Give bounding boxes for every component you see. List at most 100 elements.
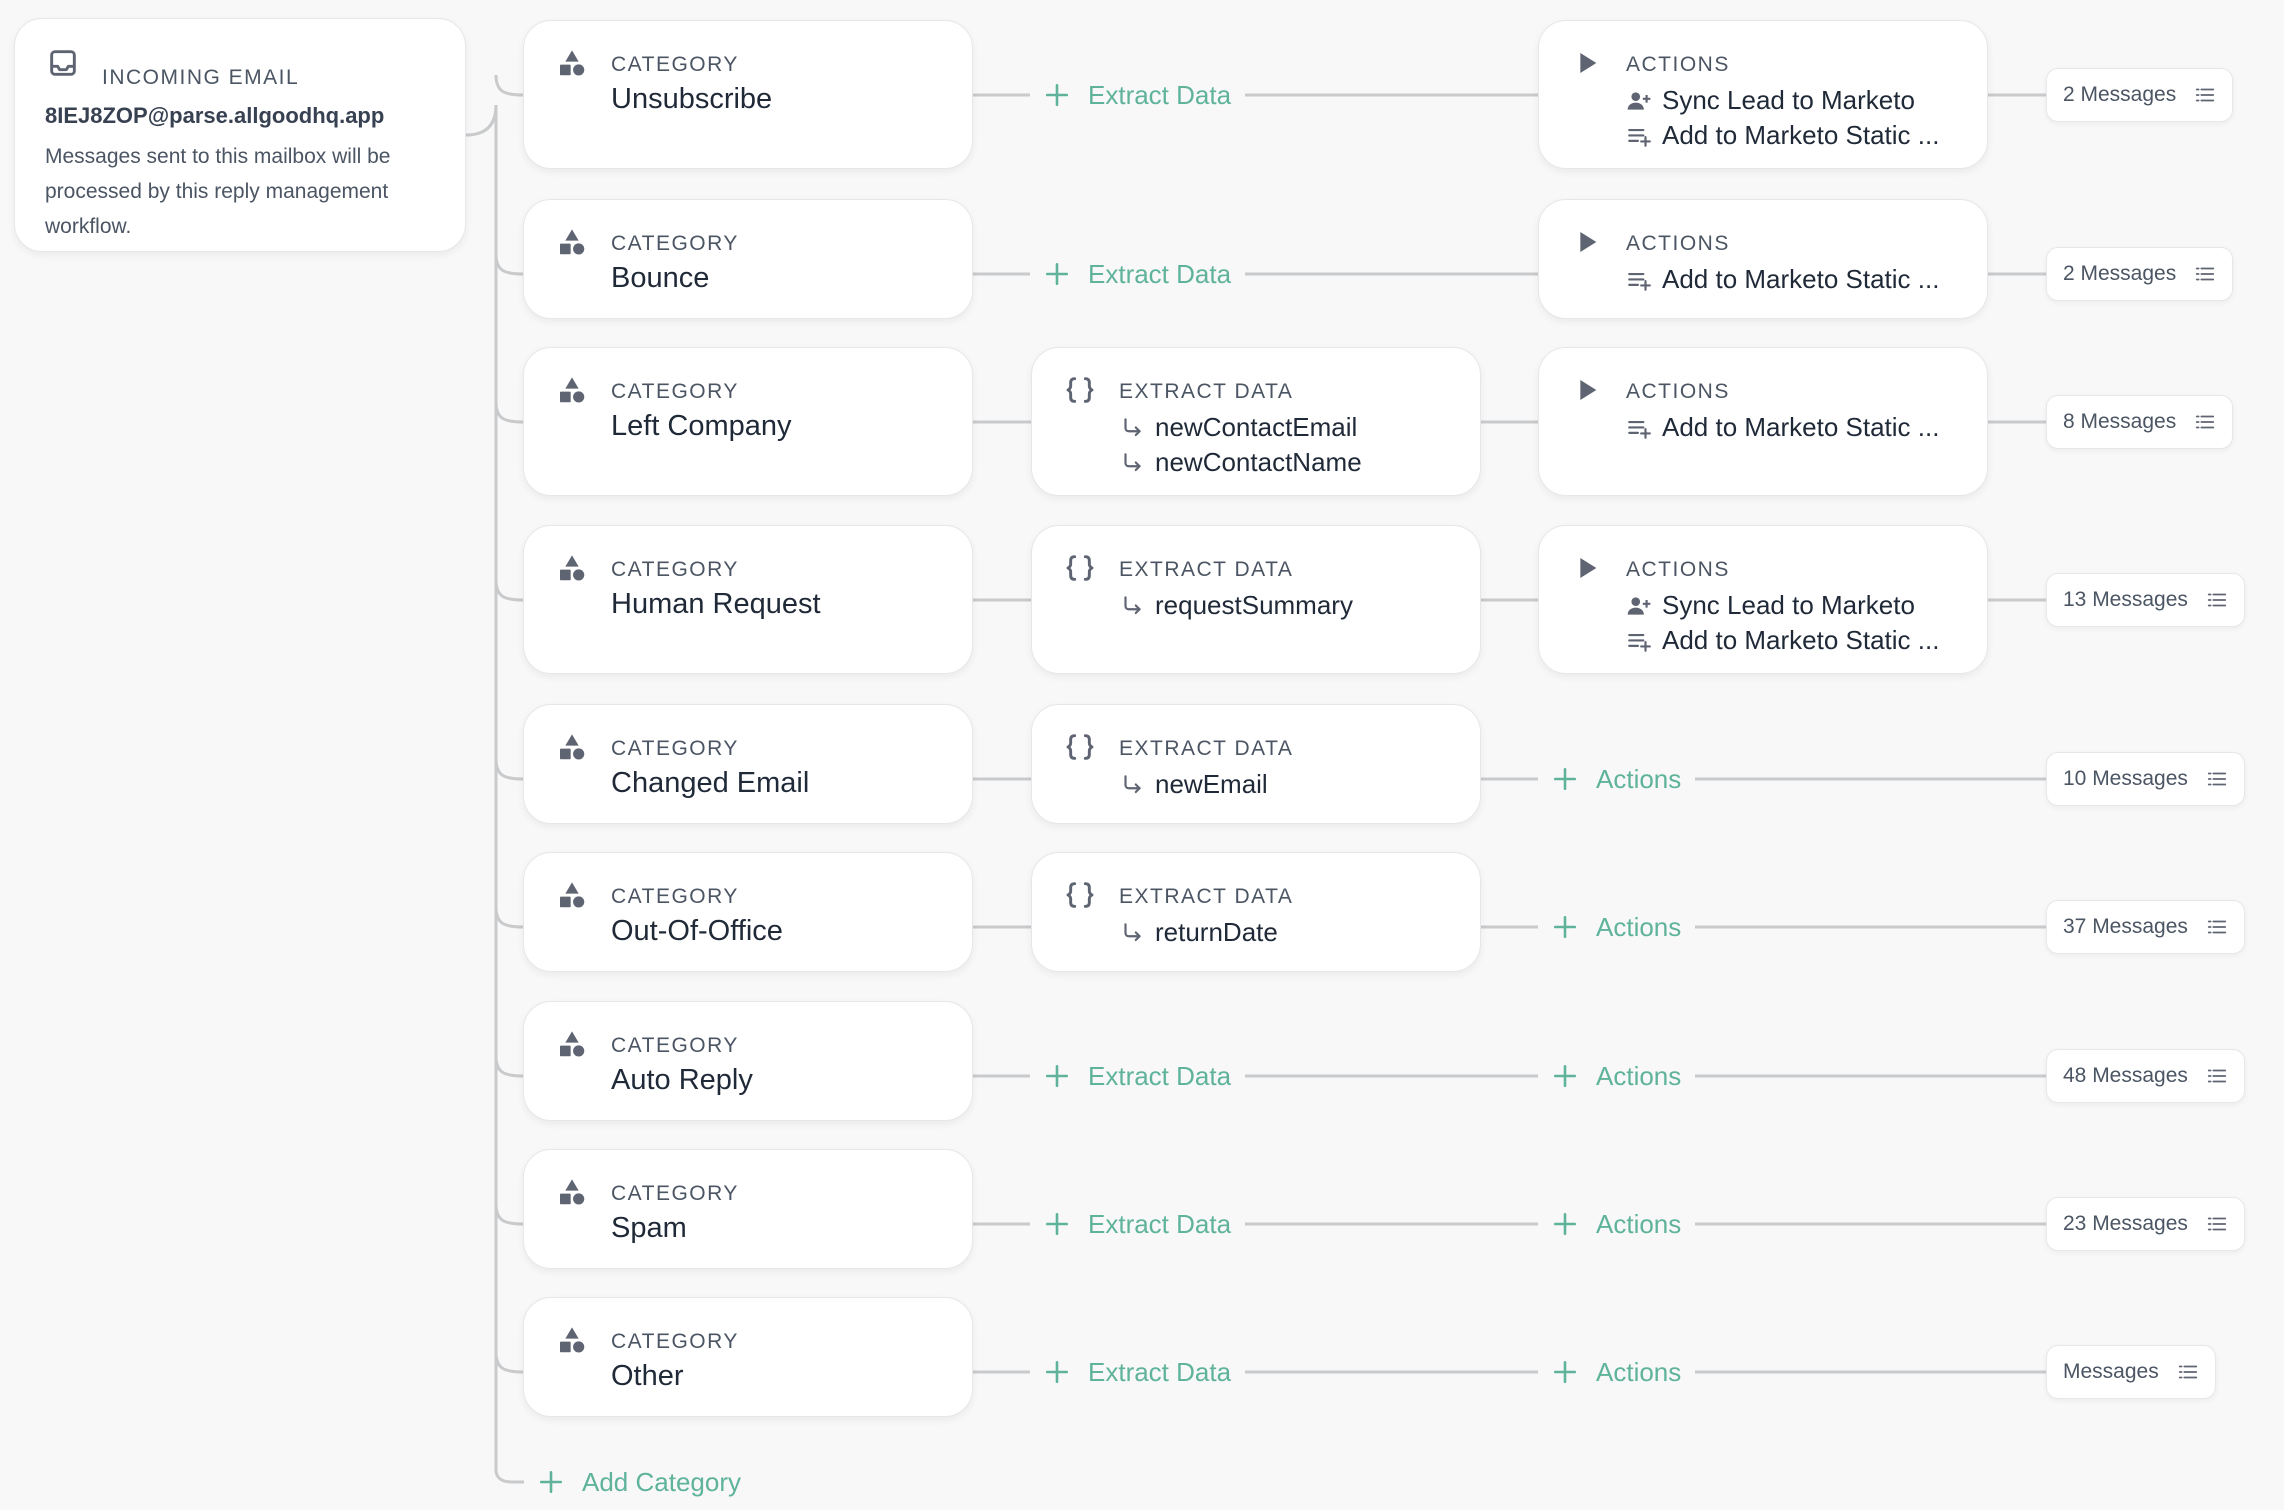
- add-extract-data-button-label: Extract Data: [1088, 258, 1232, 289]
- add-actions-button[interactable]: Actions: [1538, 1056, 1696, 1096]
- action-item[interactable]: Sync Lead to Marketo: [1626, 83, 1939, 118]
- add-actions-button[interactable]: Actions: [1538, 907, 1696, 947]
- field-name: newEmail: [1155, 769, 1268, 799]
- extract-data-card[interactable]: EXTRACT DATA newContactEmail newContactNam…: [1031, 347, 1481, 496]
- action-text: Add to Marketo Static ...: [1662, 625, 1940, 655]
- add-extract-data-button[interactable]: Extract Data: [1030, 254, 1246, 294]
- add-extract-data-button[interactable]: Extract Data: [1030, 1056, 1246, 1096]
- incoming-email-card[interactable]: INCOMING EMAIL 8IEJ8ZOP@parse.allgoodhq.…: [14, 18, 466, 252]
- messages-button[interactable]: 8 Messages: [2046, 395, 2234, 449]
- add-extract-data-button-label: Extract Data: [1088, 1208, 1232, 1239]
- subdirectory-arrow-icon: [1119, 772, 1155, 798]
- action-item[interactable]: Sync Lead to Marketo: [1626, 588, 1939, 623]
- category-label: CATEGORY: [611, 1034, 739, 1057]
- category-card-changed-email[interactable]: CATEGORY Changed Email: [523, 704, 973, 824]
- messages-button[interactable]: Messages: [2046, 1345, 2216, 1399]
- category-card-left-company[interactable]: CATEGORY Left Company: [523, 347, 973, 496]
- field-name: newContactEmail: [1155, 412, 1358, 442]
- plus-icon: [1552, 1063, 1578, 1089]
- list-icon: [2194, 263, 2216, 285]
- messages-button[interactable]: 2 Messages: [2046, 68, 2234, 122]
- plus-icon: [1552, 1211, 1578, 1237]
- category-label: CATEGORY: [611, 380, 739, 403]
- add-actions-button[interactable]: Actions: [1538, 1352, 1696, 1392]
- messages-button[interactable]: 48 Messages: [2046, 1049, 2245, 1103]
- category-label: CATEGORY: [611, 1330, 739, 1353]
- add-extract-data-button-label: Extract Data: [1088, 79, 1232, 110]
- plus-icon: [1552, 766, 1578, 792]
- category-name: Out-Of-Office: [611, 915, 783, 947]
- add-category-label: Add Category: [582, 1466, 741, 1497]
- extract-data-label: EXTRACT DATA: [1119, 558, 1294, 581]
- action-text: Add to Marketo Static ...: [1662, 412, 1940, 442]
- action-item[interactable]: Add to Marketo Static ...: [1626, 623, 1939, 658]
- messages-button[interactable]: 2 Messages: [2046, 247, 2234, 301]
- branch-line-7: [494, 1203, 525, 1226]
- add-extract-data-button[interactable]: Extract Data: [1030, 75, 1246, 115]
- plus-icon: [1044, 82, 1070, 108]
- list-icon: [2206, 589, 2228, 611]
- messages-count: Messages: [2063, 1360, 2159, 1383]
- extract-data-card[interactable]: EXTRACT DATA returnDate: [1031, 852, 1481, 972]
- action-list: Add to Marketo Static ...: [1626, 410, 1939, 445]
- action-item[interactable]: Add to Marketo Static ...: [1626, 262, 1939, 297]
- extracted-field: newEmail: [1119, 767, 1268, 802]
- category-card-spam[interactable]: CATEGORY Spam: [523, 1149, 973, 1269]
- subdirectory-arrow-icon: [1119, 415, 1155, 441]
- workflow-canvas: INCOMING EMAIL 8IEJ8ZOP@parse.allgoodhq.…: [0, 0, 2284, 1510]
- actions-card[interactable]: ACTIONS Sync Lead to Marketo Add to Market…: [1538, 20, 1988, 169]
- category-name: Unsubscribe: [611, 83, 773, 115]
- category-name: Human Request: [611, 588, 821, 620]
- list-icon: [2206, 916, 2228, 938]
- add-category-button[interactable]: Add Category: [524, 1462, 755, 1502]
- braces-icon: [1064, 879, 1096, 911]
- user-plus-icon: [1626, 88, 1662, 114]
- category-card-bounce[interactable]: CATEGORY Bounce: [523, 199, 973, 319]
- add-extract-data-button[interactable]: Extract Data: [1030, 1352, 1246, 1392]
- branch-line-2: [494, 401, 525, 424]
- subdirectory-arrow-icon: [1119, 593, 1155, 619]
- plus-icon: [1044, 1211, 1070, 1237]
- actions-card[interactable]: ACTIONS Add to Marketo Static ...: [1538, 347, 1988, 496]
- subdirectory-arrow-icon: [1119, 920, 1155, 946]
- action-item[interactable]: Add to Marketo Static ...: [1626, 410, 1939, 445]
- messages-button[interactable]: 10 Messages: [2046, 752, 2245, 806]
- add-actions-button[interactable]: Actions: [1538, 1204, 1696, 1244]
- category-card-out-of-office[interactable]: CATEGORY Out-Of-Office: [523, 852, 973, 972]
- category-label: CATEGORY: [611, 232, 739, 255]
- category-label: CATEGORY: [611, 737, 739, 760]
- shapes-icon: [556, 1028, 588, 1060]
- category-card-auto-reply[interactable]: CATEGORY Auto Reply: [523, 1001, 973, 1121]
- category-card-human-request[interactable]: CATEGORY Human Request: [523, 525, 973, 674]
- extracted-field: requestSummary: [1119, 588, 1353, 623]
- extract-data-card[interactable]: EXTRACT DATA requestSummary: [1031, 525, 1481, 674]
- add-actions-button[interactable]: Actions: [1538, 759, 1696, 799]
- playlist-add-icon: [1626, 123, 1662, 149]
- braces-icon: [1064, 552, 1096, 584]
- messages-button[interactable]: 13 Messages: [2046, 573, 2245, 627]
- extracted-field: returnDate: [1119, 915, 1278, 950]
- actions-card[interactable]: ACTIONS Sync Lead to Marketo Add to Market…: [1538, 525, 1988, 674]
- messages-button[interactable]: 37 Messages: [2046, 900, 2245, 954]
- play-icon: [1571, 47, 1603, 79]
- category-card-unsubscribe[interactable]: CATEGORY Unsubscribe: [523, 20, 973, 169]
- action-text: Add to Marketo Static ...: [1662, 120, 1940, 150]
- playlist-add-icon: [1626, 267, 1662, 293]
- messages-count: 8 Messages: [2063, 410, 2177, 433]
- actions-card[interactable]: ACTIONS Add to Marketo Static ...: [1538, 199, 1988, 319]
- user-plus-icon: [1626, 593, 1662, 619]
- add-extract-data-button[interactable]: Extract Data: [1030, 1204, 1246, 1244]
- extract-data-label: EXTRACT DATA: [1119, 737, 1294, 760]
- action-item[interactable]: Add to Marketo Static ...: [1626, 118, 1939, 153]
- play-icon: [1571, 226, 1603, 258]
- plus-icon: [539, 1470, 563, 1494]
- field-name: requestSummary: [1155, 590, 1353, 620]
- extract-data-card[interactable]: EXTRACT DATA newEmail: [1031, 704, 1481, 824]
- messages-count: 10 Messages: [2063, 767, 2188, 790]
- category-card-other[interactable]: CATEGORY Other: [523, 1297, 973, 1417]
- plus-icon: [1552, 1359, 1578, 1385]
- shapes-icon: [556, 374, 588, 406]
- messages-button[interactable]: 23 Messages: [2046, 1197, 2245, 1251]
- extracted-fields: requestSummary: [1119, 588, 1353, 623]
- shapes-icon: [556, 1176, 588, 1208]
